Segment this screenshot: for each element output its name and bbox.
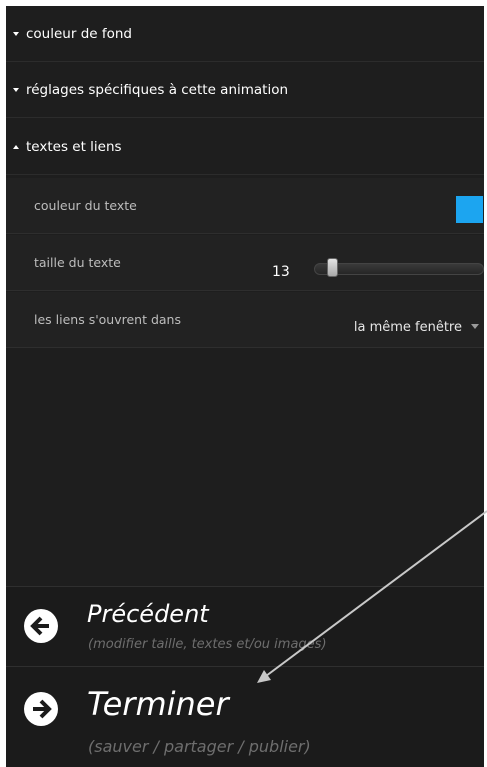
- section-label: réglages spécifiques à cette animation: [26, 81, 289, 98]
- finish-button-subtitle: (sauver / partager / publier): [88, 737, 311, 756]
- previous-button-title: Précédent: [87, 600, 209, 628]
- previous-button[interactable]: Précédent (modifier taille, textes et/ou…: [6, 586, 484, 666]
- finish-button-title: Terminer: [87, 685, 229, 723]
- chevron-up-icon: [12, 143, 20, 151]
- text-color-label: couleur du texte: [34, 198, 137, 213]
- links-open-label: les liens s'ouvrent dans: [34, 312, 181, 327]
- chevron-down-icon: [12, 86, 20, 94]
- previous-button-subtitle: (modifier taille, textes et/ou images): [88, 637, 327, 652]
- text-color-swatch[interactable]: [456, 196, 483, 223]
- finish-button[interactable]: Terminer (sauver / partager / publier): [6, 666, 484, 767]
- text-color-row: couleur du texte: [6, 178, 484, 234]
- arrow-left-circle-icon: [24, 609, 58, 643]
- section-background-color[interactable]: couleur de fond: [6, 6, 484, 62]
- links-open-select[interactable]: la même fenêtre: [354, 320, 462, 335]
- section-label: textes et liens: [26, 138, 122, 155]
- section-label: couleur de fond: [26, 25, 132, 42]
- text-size-slider-handle[interactable]: [327, 258, 338, 277]
- chevron-down-icon: [12, 30, 20, 38]
- text-size-label: taille du texte: [34, 255, 121, 270]
- section-animation-settings[interactable]: réglages spécifiques à cette animation: [6, 62, 484, 118]
- section-texts-links[interactable]: textes et liens: [6, 119, 484, 175]
- settings-panel: couleur de fond réglages spécifiques à c…: [6, 6, 484, 767]
- text-size-slider[interactable]: [314, 263, 484, 275]
- text-size-value: 13: [272, 264, 290, 280]
- arrow-right-circle-icon: [24, 692, 58, 726]
- dropdown-arrow-icon[interactable]: [471, 324, 479, 330]
